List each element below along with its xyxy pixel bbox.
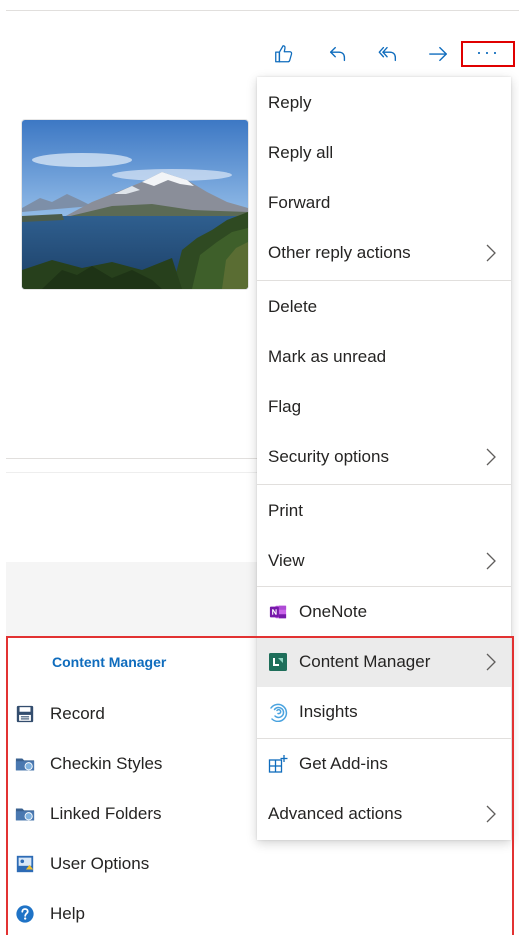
forward-button[interactable] bbox=[420, 36, 456, 72]
reply-icon bbox=[329, 46, 346, 62]
save-icon bbox=[14, 703, 36, 725]
more-actions-menu: Reply Reply all Forward Other reply acti… bbox=[257, 77, 511, 840]
divider bbox=[6, 458, 258, 459]
menu-item-mark-unread[interactable]: Mark as unread bbox=[257, 332, 511, 382]
menu-item-other-reply-actions[interactable]: Other reply actions bbox=[257, 228, 511, 278]
record-item[interactable]: Record bbox=[14, 694, 254, 734]
menu-item-label: View bbox=[268, 551, 305, 570]
menu-divider bbox=[257, 280, 511, 281]
message-image bbox=[22, 120, 248, 289]
chevron-right-icon bbox=[486, 653, 496, 671]
user-options-item[interactable]: User Options bbox=[14, 844, 254, 884]
menu-item-delete[interactable]: Delete bbox=[257, 282, 511, 332]
menu-item-print[interactable]: Print bbox=[257, 486, 511, 536]
chevron-right-icon bbox=[486, 448, 496, 466]
menu-item-label: Security options bbox=[268, 447, 389, 466]
reading-pane-footer bbox=[6, 562, 258, 640]
checkin-styles-item[interactable]: Checkin Styles bbox=[14, 744, 254, 784]
menu-item-label: Other reply actions bbox=[268, 243, 411, 262]
menu-item-label: Reply bbox=[268, 93, 312, 112]
linked-folders-label: Linked Folders bbox=[50, 804, 162, 823]
menu-item-label: OneNote bbox=[299, 602, 368, 621]
more-actions-button[interactable]: ··· bbox=[461, 41, 515, 67]
folder-icon bbox=[14, 803, 36, 825]
checkin-styles-label: Checkin Styles bbox=[50, 754, 163, 773]
reply-button[interactable] bbox=[320, 36, 356, 72]
divider bbox=[6, 472, 258, 473]
menu-item-label: Forward bbox=[268, 193, 331, 212]
menu-item-label: Get Add-ins bbox=[299, 754, 388, 773]
reply-all-button[interactable] bbox=[370, 36, 406, 72]
menu-item-label: Delete bbox=[268, 297, 318, 316]
menu-item-onenote[interactable]: OneNote bbox=[257, 587, 511, 637]
thumbs-up-icon bbox=[275, 45, 293, 63]
top-divider bbox=[6, 10, 519, 11]
help-icon bbox=[14, 903, 36, 925]
menu-item-get-add-ins[interactable]: Get Add-ins bbox=[257, 739, 511, 789]
chevron-right-icon bbox=[486, 805, 496, 823]
message-toolbar: ··· bbox=[262, 36, 519, 72]
menu-item-view[interactable]: View bbox=[257, 536, 511, 586]
menu-item-security-options[interactable]: Security options bbox=[257, 432, 511, 482]
menu-item-insights[interactable]: Insights bbox=[257, 687, 511, 737]
chevron-right-icon bbox=[486, 244, 496, 262]
menu-item-label: Content Manager bbox=[299, 652, 431, 671]
add-ins-icon bbox=[268, 754, 288, 774]
menu-item-advanced-actions[interactable]: Advanced actions bbox=[257, 789, 511, 839]
menu-item-forward[interactable]: Forward bbox=[257, 178, 511, 228]
linked-folders-item[interactable]: Linked Folders bbox=[14, 794, 254, 834]
menu-item-label: Print bbox=[268, 501, 303, 520]
menu-item-content-manager[interactable]: Content Manager bbox=[257, 637, 511, 687]
reply-all-icon bbox=[378, 46, 397, 62]
insights-icon bbox=[268, 702, 288, 722]
record-label: Record bbox=[50, 704, 105, 723]
folder-icon bbox=[14, 753, 36, 775]
help-item[interactable]: Help bbox=[14, 894, 254, 934]
content-manager-panel bbox=[8, 638, 257, 935]
user-options-icon bbox=[14, 853, 36, 875]
forward-arrow-icon bbox=[429, 46, 447, 62]
content-manager-icon bbox=[268, 652, 288, 672]
menu-item-label: Flag bbox=[268, 397, 302, 416]
help-label: Help bbox=[50, 904, 85, 923]
menu-item-reply[interactable]: Reply bbox=[257, 78, 511, 128]
panel-title: Content Manager bbox=[52, 654, 167, 670]
like-button[interactable] bbox=[266, 36, 302, 72]
chevron-right-icon bbox=[486, 552, 496, 570]
user-options-label: User Options bbox=[50, 854, 150, 873]
menu-item-label: Mark as unread bbox=[268, 347, 387, 366]
more-icon: ··· bbox=[476, 42, 500, 62]
menu-item-flag[interactable]: Flag bbox=[257, 382, 511, 432]
onenote-icon bbox=[268, 602, 288, 622]
menu-divider bbox=[257, 484, 511, 485]
menu-item-label: Reply all bbox=[268, 143, 334, 162]
menu-item-label: Insights bbox=[299, 702, 358, 721]
menu-item-label: Advanced actions bbox=[268, 804, 403, 823]
menu-item-reply-all[interactable]: Reply all bbox=[257, 128, 511, 178]
